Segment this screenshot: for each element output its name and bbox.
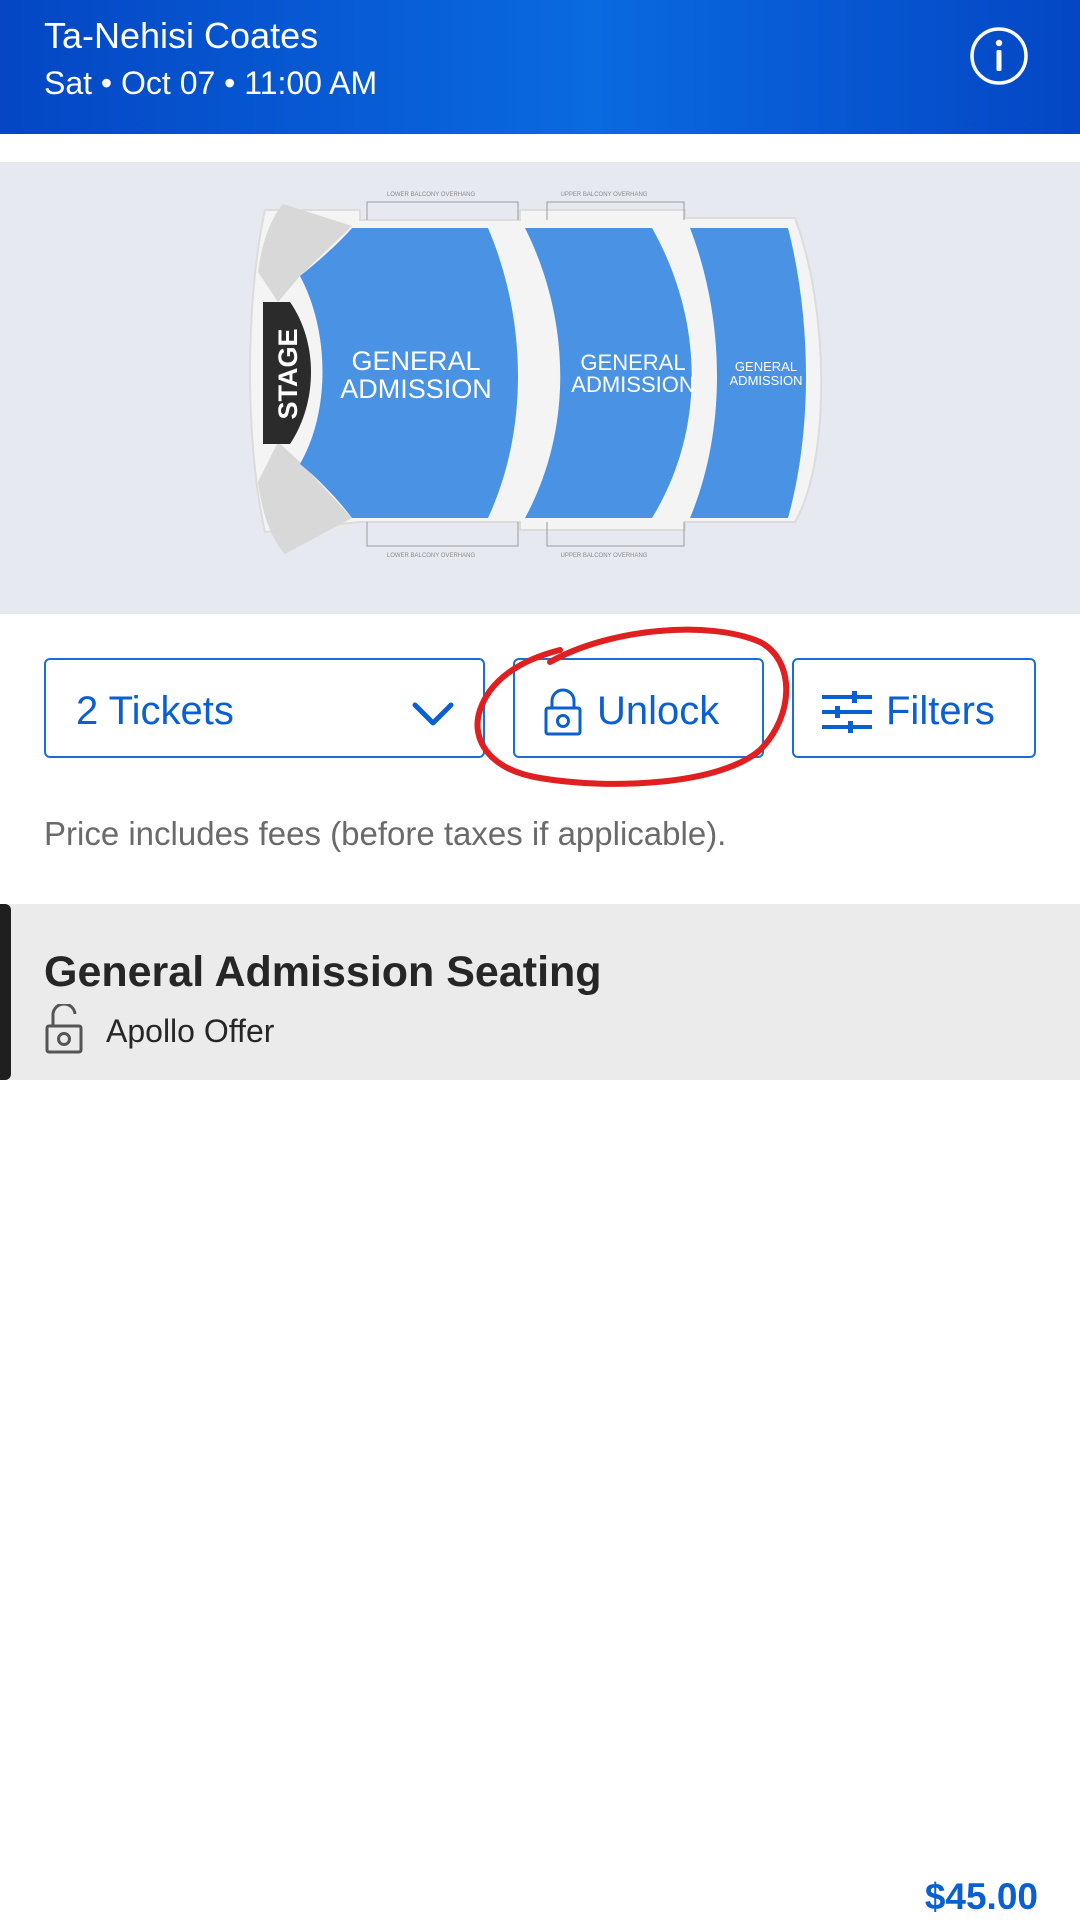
listing-row[interactable]: General Admission Seating Apollo Offer $… (0, 904, 1080, 1917)
filters-label: Filters (886, 689, 995, 733)
ticket-quantity-select[interactable]: 2 Tickets (44, 658, 485, 758)
section-3-label-line2: ADMISSION (730, 373, 803, 388)
unlock-icon (44, 1002, 84, 1059)
listing-name: General Admission Seating (44, 948, 602, 996)
event-datetime: Sat • Oct 07 • 11:00 AM (44, 65, 378, 101)
event-title: Ta-Nehisi Coates (44, 15, 319, 56)
ticket-quantity-label: 2 Tickets (76, 689, 234, 733)
section-1-label-line1: GENERAL (351, 346, 480, 376)
filters-button[interactable]: Filters (792, 658, 1036, 758)
event-header: Ta-Nehisi Coates Sat • Oct 07 • 11:00 AM (0, 0, 1080, 134)
offer-label: Apollo Offer (106, 1013, 275, 1049)
lower-overhang-label-top: LOWER BALCONY OVERHANG (387, 192, 476, 198)
section-2-label-line2: ADMISSION (571, 372, 694, 397)
section-1-label-line2: ADMISSION (340, 374, 492, 404)
red-annotation-circle (474, 626, 790, 787)
chevron-down-icon (411, 694, 455, 739)
price-note: Price includes fees (before taxes if app… (44, 815, 727, 852)
sliders-icon (822, 690, 872, 744)
section-3-label-line1: GENERAL (735, 359, 797, 374)
stage-label: STAGE (273, 328, 303, 419)
upper-overhang-label-top: UPPER BALCONY OVERHANG (561, 192, 648, 198)
info-icon[interactable] (970, 27, 1028, 85)
row-accent (0, 904, 11, 1080)
lower-overhang-label-bottom: LOWER BALCONY OVERHANG (387, 553, 476, 559)
upper-overhang-label-bottom: UPPER BALCONY OVERHANG (561, 553, 648, 559)
listing-price: $45.00 (924, 1876, 1038, 1917)
seat-map: LOWER BALCONY OVERHANG UPPER BALCONY OVE… (0, 162, 1080, 614)
